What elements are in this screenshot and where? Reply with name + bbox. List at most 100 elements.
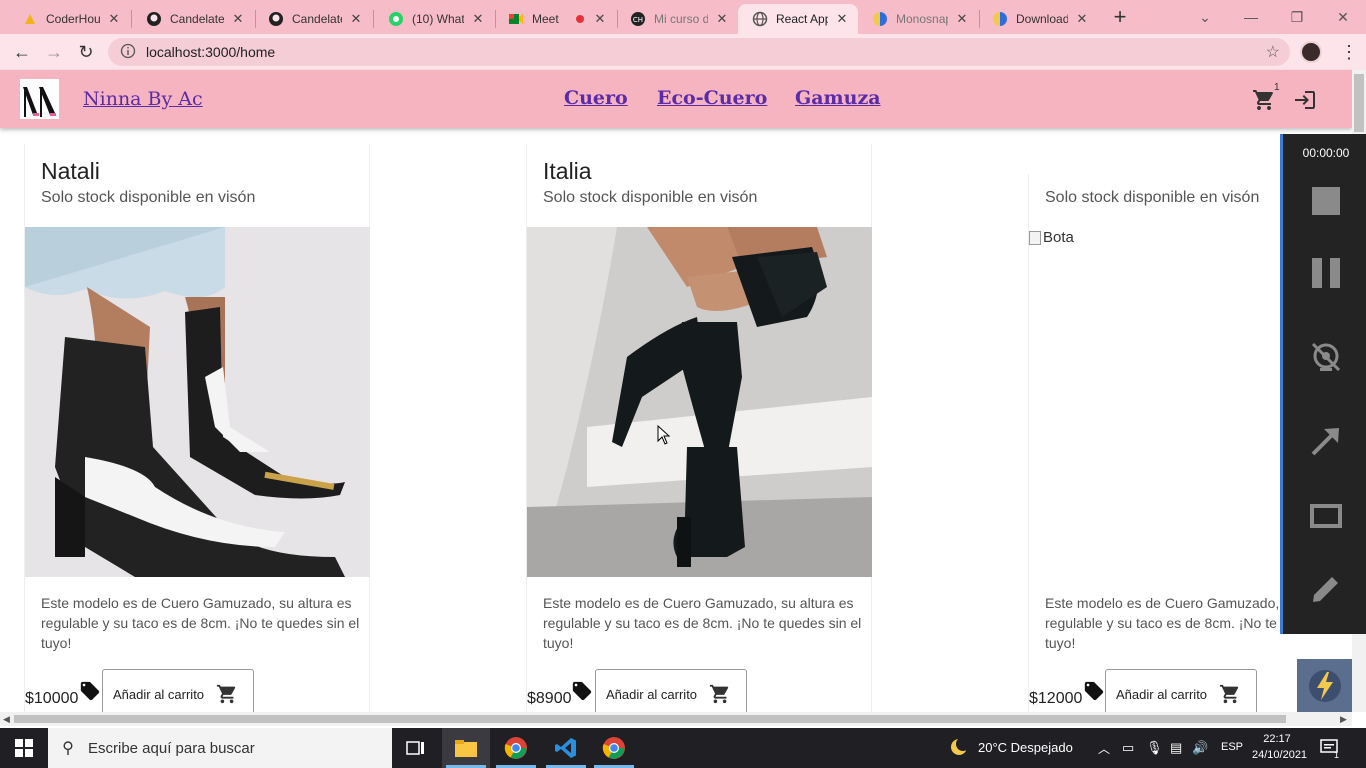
taskbar-search-input[interactable]: ⚲ Escribe aquí para buscar [48, 728, 392, 768]
tab-label: React App [776, 12, 828, 26]
tab-search-icon[interactable]: ⌄ [1182, 0, 1228, 34]
minimize-icon[interactable]: — [1228, 0, 1274, 34]
back-icon[interactable]: ← [8, 38, 36, 66]
nav-link-gamuza[interactable]: Gamuza [795, 87, 881, 109]
browser-tab[interactable]: Download ✕ [978, 4, 1098, 34]
browser-toolbar: ← → ↻ localhost:3000/home ☆ [0, 34, 1366, 70]
brand-link[interactable]: Ninna By Ac [83, 88, 203, 110]
close-icon[interactable]: ✕ [834, 11, 850, 27]
restore-icon[interactable]: ❐ [1274, 0, 1320, 34]
add-to-cart-button[interactable]: Añadir al carrito [102, 669, 254, 712]
microphone-icon[interactable]: 🎙 [1146, 740, 1163, 756]
product-image[interactable] [527, 227, 872, 577]
close-icon[interactable]: ✕ [592, 11, 608, 27]
clock-date: 24/10/2021 [1252, 749, 1308, 761]
tray-device-icon[interactable]: ▭ [1122, 740, 1134, 756]
network-icon[interactable]: ▤ [1170, 740, 1182, 756]
price-tag-icon [79, 680, 101, 702]
vscode-icon[interactable] [542, 728, 590, 768]
cart-count-badge: 1 [1274, 82, 1280, 93]
tray-overflow-icon[interactable]: ︿ [1098, 740, 1110, 757]
recorder-panel: 00:00:00 [1280, 134, 1366, 634]
chrome-icon[interactable] [492, 728, 540, 768]
chrome-icon-2[interactable] [590, 728, 638, 768]
browser-tab[interactable]: CH Mi curso d ✕ [616, 4, 738, 34]
monosnap-logo-icon[interactable] [1297, 659, 1352, 712]
github-favicon-icon [146, 11, 162, 27]
rectangle-tool-icon[interactable] [1309, 500, 1343, 534]
add-to-cart-label: Añadir al carrito [606, 686, 698, 702]
file-explorer-icon[interactable] [442, 728, 490, 768]
nav-link-eco-cuero[interactable]: Eco-Cuero [657, 87, 767, 109]
monosnap-favicon-icon [992, 11, 1008, 27]
pause-icon[interactable] [1309, 256, 1343, 290]
brand-logo[interactable] [20, 79, 59, 119]
product-title: Natali [41, 158, 100, 184]
reload-icon[interactable]: ↻ [72, 38, 100, 66]
tab-label: Candelate [170, 12, 224, 26]
broken-image-icon [1029, 230, 1041, 245]
cart-icon[interactable] [1252, 88, 1276, 112]
tab-label: Monosnap [896, 12, 948, 26]
pencil-tool-icon[interactable] [1309, 572, 1343, 606]
product-subtitle: Solo stock disponible en visón [543, 189, 758, 206]
address-bar[interactable]: localhost:3000/home ☆ [108, 38, 1290, 66]
close-icon[interactable]: ✕ [714, 11, 730, 27]
browser-tab[interactable]: Monosnap ✕ [858, 4, 978, 34]
forward-icon[interactable]: → [40, 38, 68, 66]
arrow-tool-icon[interactable] [1309, 424, 1343, 458]
bookmark-star-icon[interactable]: ☆ [1266, 42, 1280, 62]
close-icon[interactable]: ✕ [470, 11, 486, 27]
profile-avatar[interactable] [1300, 41, 1322, 63]
close-icon[interactable]: ✕ [348, 11, 364, 27]
add-to-cart-label: Añadir al carrito [1116, 686, 1208, 702]
task-view-icon[interactable] [392, 728, 440, 768]
window-close-icon[interactable]: ✕ [1320, 0, 1366, 34]
recording-dot-icon [574, 13, 586, 25]
coderhouse-favicon-icon [22, 11, 38, 27]
coderhouse-favicon-icon: CH [630, 11, 646, 27]
stop-icon[interactable] [1309, 184, 1343, 218]
product-price: $12000 [1029, 690, 1083, 707]
info-icon[interactable] [120, 43, 136, 62]
moon-weather-icon[interactable] [950, 737, 970, 761]
product-image[interactable] [25, 227, 370, 577]
cart-icon [216, 683, 238, 705]
cart-icon [709, 683, 731, 705]
browser-tab-active[interactable]: React App ✕ [738, 4, 858, 34]
meet-favicon-icon [508, 11, 524, 27]
webcam-off-icon[interactable] [1309, 340, 1343, 374]
app-navbar: Ninna By Ac Cuero Eco-Cuero Gamuza 1 [0, 70, 1352, 128]
close-icon[interactable]: ✕ [230, 11, 246, 27]
horizontal-scrollbar[interactable]: ◀ ▶ [0, 712, 1352, 726]
taskbar-clock[interactable]: 22:17 24/10/2021 [1252, 731, 1308, 763]
language-indicator[interactable]: ESP [1221, 741, 1243, 753]
browser-tab[interactable]: Candelate ✕ [132, 4, 254, 34]
close-icon[interactable]: ✕ [954, 11, 970, 27]
add-to-cart-button[interactable]: Añadir al carrito [595, 669, 747, 712]
close-icon[interactable]: ✕ [1074, 11, 1090, 27]
image-alt-text: Bota [1043, 229, 1074, 246]
browser-tab[interactable]: Meet ✕ [494, 4, 616, 34]
close-icon[interactable]: ✕ [106, 11, 122, 27]
product-price: $10000 [25, 690, 79, 707]
tab-label: Mi curso d [654, 12, 708, 26]
browser-tab[interactable]: CoderHou ✕ [8, 4, 130, 34]
weather-text[interactable]: 20°C Despejado [978, 740, 1073, 755]
browser-tab[interactable]: (10) Whats ✕ [374, 4, 494, 34]
search-placeholder: Escribe aquí para buscar [88, 739, 255, 757]
login-icon[interactable] [1293, 88, 1317, 112]
product-card: Natali Solo stock disponible en visón Es… [24, 144, 370, 712]
nav-link-cuero[interactable]: Cuero [564, 87, 628, 109]
add-to-cart-button[interactable]: Añadir al carrito [1105, 669, 1257, 712]
browser-tab[interactable]: Candelate ✕ [254, 4, 372, 34]
product-image-broken[interactable]: Bota [1029, 229, 1074, 246]
browser-menu-icon[interactable]: ⋮ [1340, 40, 1358, 64]
product-description: Este modelo es de Cuero Gamuzado, su alt… [41, 595, 360, 651]
new-tab-button[interactable]: + [1108, 6, 1132, 30]
product-subtitle: Solo stock disponible en visón [1045, 189, 1260, 206]
tab-label: (10) Whats [412, 12, 464, 26]
clock-time: 22:17 [1263, 733, 1291, 745]
volume-icon[interactable]: 🔊 [1192, 740, 1208, 756]
windows-start-icon[interactable] [0, 728, 48, 768]
